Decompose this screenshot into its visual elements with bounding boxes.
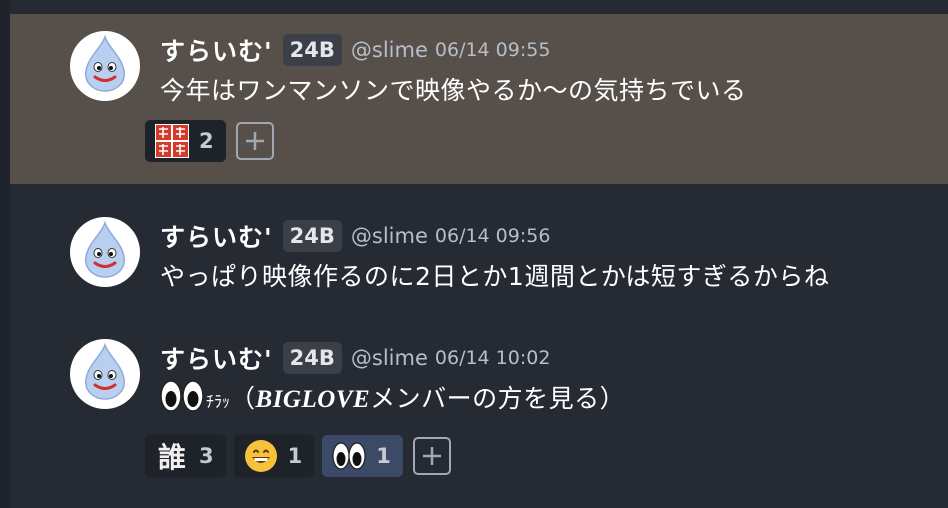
message-text-paren: （ bbox=[230, 384, 256, 413]
eyes-icon bbox=[160, 379, 204, 413]
reaction-grinning[interactable]: 1 bbox=[233, 435, 315, 477]
display-name[interactable]: すらいむ' bbox=[160, 340, 273, 376]
message-text: やっぱり映像作るのに2日とか1週間とかは短すぎるからね bbox=[160, 262, 830, 291]
add-reaction-button[interactable] bbox=[235, 122, 274, 160]
user-badge: 24B bbox=[282, 342, 342, 374]
user-handle[interactable]: @slime bbox=[351, 38, 428, 62]
message-timeline: すらいむ' 24B @slime 06/14 09:55 今年はワンマンソンで映… bbox=[0, 0, 948, 508]
message-header: すらいむ' 24B @slime 06/14 10:02 bbox=[160, 340, 551, 376]
message-text-rest: メンバーの方を見る） bbox=[370, 384, 626, 413]
kanji-stamp-icon bbox=[155, 124, 189, 158]
message-text: ﾁﾗｯ（BIGLOVEメンバーの方を見る） bbox=[160, 379, 625, 415]
eyes-icon bbox=[332, 439, 366, 473]
timeline-left-border bbox=[0, 0, 10, 508]
message-item[interactable]: すらいむ' 24B @slime 06/14 09:55 今年はワンマンソンで映… bbox=[10, 14, 948, 184]
message-item[interactable]: すらいむ' 24B @slime 06/14 09:56 やっぱり映像作るのに2… bbox=[10, 200, 948, 310]
reaction-count: 1 bbox=[376, 444, 391, 468]
reaction-eyes[interactable]: 1 bbox=[322, 435, 403, 477]
slime-avatar-icon bbox=[85, 34, 125, 92]
reaction-dare[interactable]: 誰 3 bbox=[145, 435, 226, 477]
add-reaction-button[interactable] bbox=[412, 437, 451, 475]
dare-kanji-icon: 誰 bbox=[157, 441, 186, 474]
avatar[interactable] bbox=[70, 217, 140, 287]
user-badge: 24B bbox=[282, 220, 342, 252]
avatar[interactable] bbox=[70, 31, 140, 101]
plus-icon bbox=[245, 132, 264, 150]
reaction-bar: 誰 3 1 1 bbox=[145, 435, 451, 477]
slime-avatar-icon bbox=[85, 220, 125, 278]
avatar[interactable] bbox=[70, 339, 140, 409]
user-handle[interactable]: @slime bbox=[351, 346, 428, 370]
grinning-face-icon bbox=[244, 439, 278, 473]
reaction-count: 3 bbox=[199, 444, 214, 468]
slime-avatar-icon bbox=[85, 342, 125, 400]
message-text: 今年はワンマンソンで映像やるか〜の気持ちでいる bbox=[160, 76, 747, 105]
message-header: すらいむ' 24B @slime 06/14 09:56 bbox=[160, 218, 551, 254]
timestamp[interactable]: 06/14 09:56 bbox=[435, 225, 551, 247]
message-text-small: ﾁﾗｯ bbox=[206, 392, 231, 411]
reaction-kanji-stamp[interactable]: 2 bbox=[145, 120, 226, 162]
message-header: すらいむ' 24B @slime 06/14 09:55 bbox=[160, 32, 551, 68]
message-item[interactable]: すらいむ' 24B @slime 06/14 10:02 ﾁﾗｯ（BIGLOVE… bbox=[10, 322, 948, 508]
reaction-count: 1 bbox=[287, 444, 303, 468]
message-text-bold: BIGLOVE bbox=[255, 386, 371, 413]
user-badge: 24B bbox=[282, 34, 342, 66]
reaction-count: 2 bbox=[199, 129, 214, 153]
user-handle[interactable]: @slime bbox=[351, 224, 428, 248]
plus-icon bbox=[422, 447, 441, 465]
display-name[interactable]: すらいむ' bbox=[160, 218, 273, 254]
reaction-bar: 2 bbox=[145, 120, 274, 162]
timestamp[interactable]: 06/14 10:02 bbox=[435, 347, 551, 369]
display-name[interactable]: すらいむ' bbox=[160, 32, 273, 68]
timestamp[interactable]: 06/14 09:55 bbox=[435, 39, 551, 61]
